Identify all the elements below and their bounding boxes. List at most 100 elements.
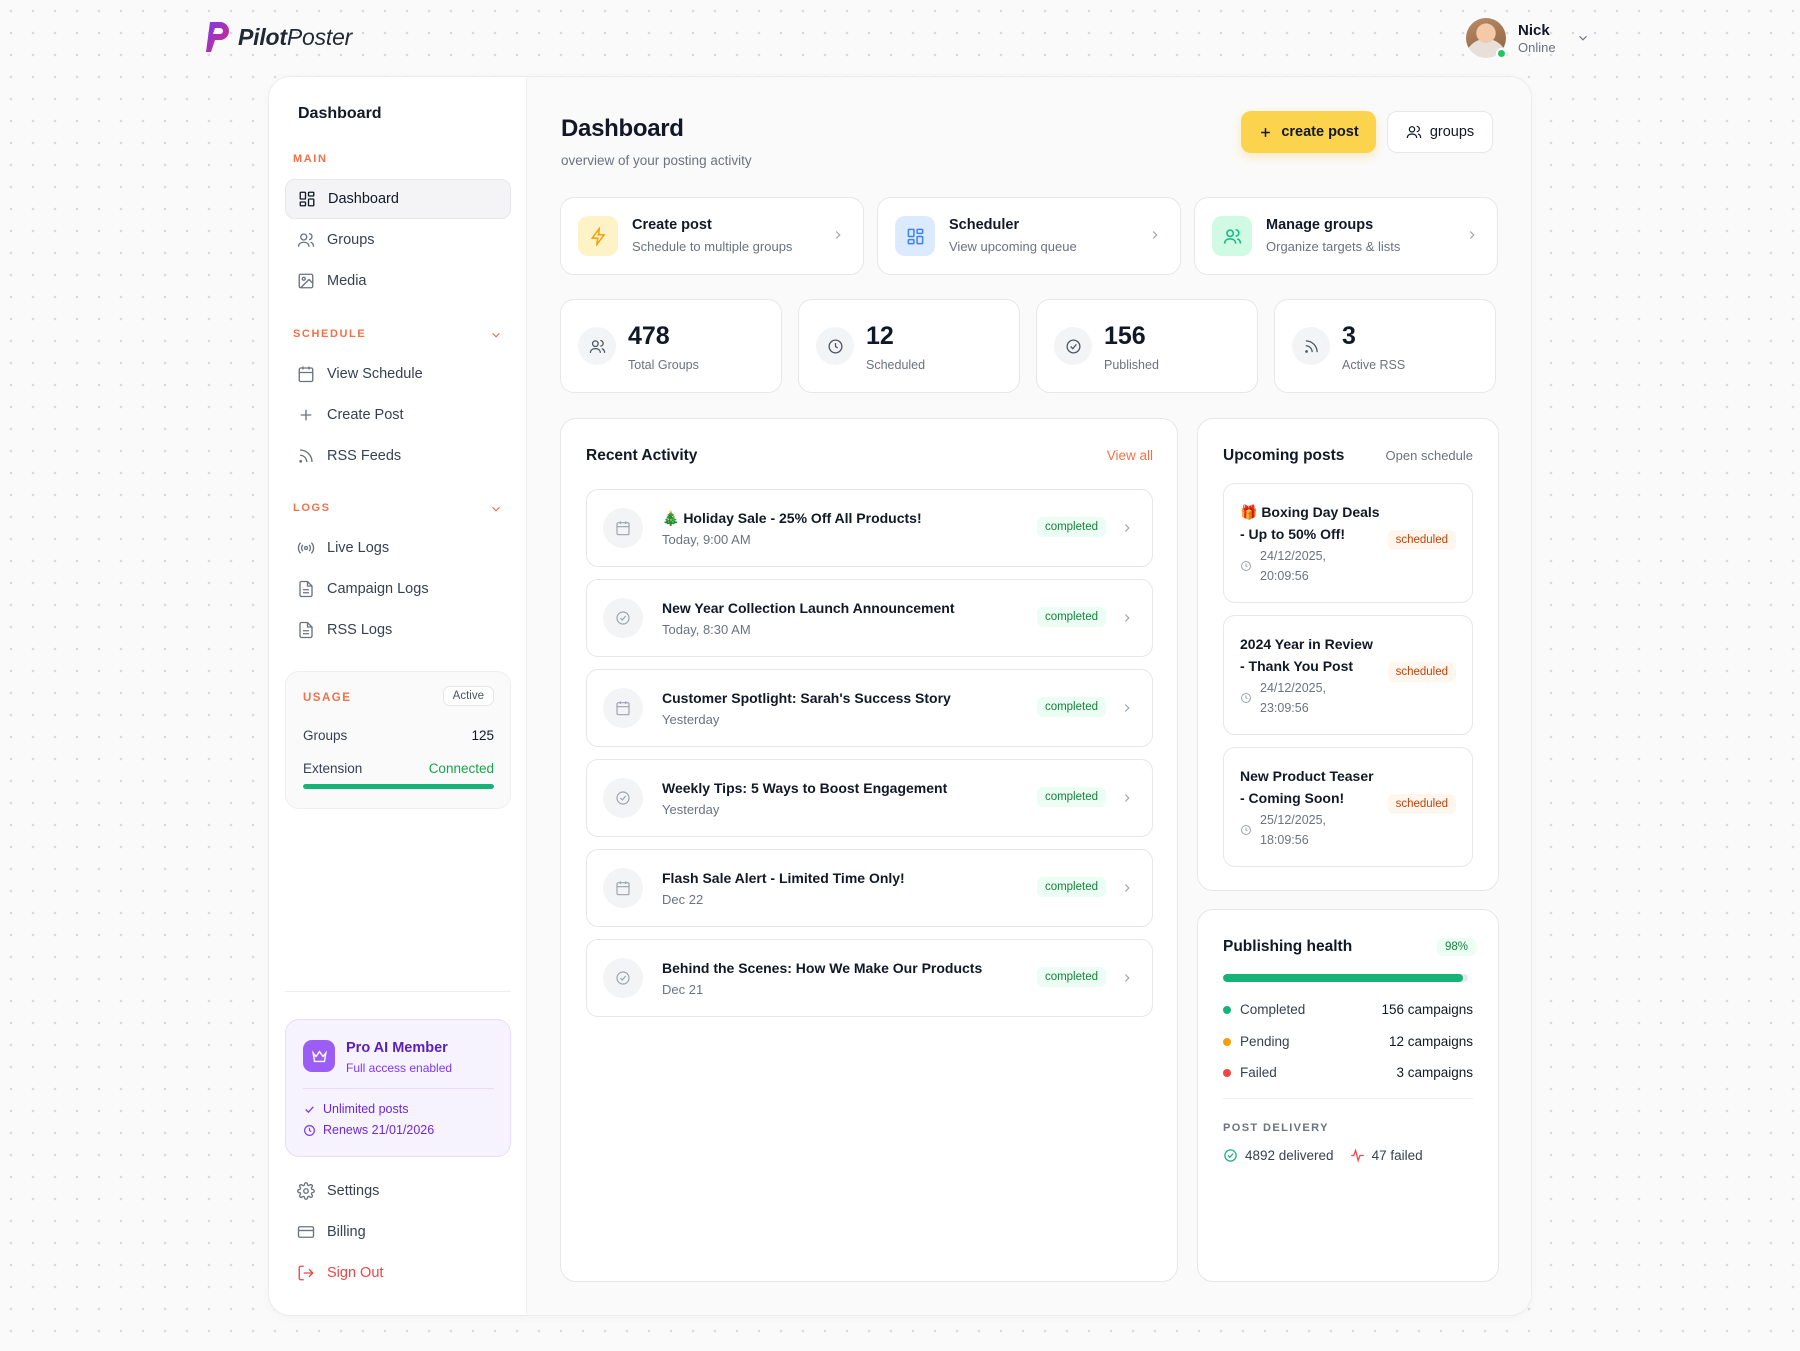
sidebar-divider [285, 991, 511, 992]
open-schedule-link[interactable]: Open schedule [1386, 448, 1473, 463]
upcoming-post-date: 24/12/2025, 20:09:56 [1240, 546, 1340, 586]
sidebar-item-dashboard[interactable]: Dashboard [285, 179, 511, 219]
status-badge: completed [1036, 787, 1106, 807]
rss-icon [299, 449, 313, 463]
sidebar-item-create-post[interactable]: Create Post [285, 395, 511, 435]
activity-item[interactable]: Customer Spotlight: Sarah's Success Stor… [586, 669, 1153, 747]
activity-time: Dec 22 [662, 892, 704, 907]
sidebar-item-label: Dashboard [328, 191, 399, 207]
check-circle-icon [1224, 1149, 1237, 1162]
upcoming-post-date: 24/12/2025, 23:09:56 [1240, 678, 1340, 718]
upcoming-post-card[interactable]: 🎁 Boxing Day Deals - Up to 50% Off! 24/1… [1223, 483, 1473, 603]
app-shell: Dashboard MAIN Dashboard Groups Media SC… [268, 76, 1532, 1316]
brand-logo[interactable]: PilotPoster [204, 20, 352, 54]
chevron-right-icon [1124, 704, 1130, 712]
quick-action-subtitle: View upcoming queue [949, 239, 1077, 254]
credit-card-icon [297, 1226, 315, 1238]
status-badge: completed [1036, 967, 1106, 987]
upcoming-post-card[interactable]: 2024 Year in Review - Thank You Post 24/… [1223, 615, 1473, 735]
clock-icon [1241, 825, 1251, 835]
stat-value: 156 [1104, 322, 1146, 350]
chevron-right-icon [835, 231, 841, 239]
user-menu[interactable]: Nick Online [1466, 18, 1590, 59]
quick-action-title: Manage groups [1266, 217, 1374, 233]
users-icon [297, 232, 315, 247]
sidebar-item-label: View Schedule [327, 366, 423, 382]
sidebar-item-billing[interactable]: Billing [285, 1214, 511, 1250]
activity-item[interactable]: New Year Collection Launch Announcement … [586, 579, 1153, 657]
upcoming-post-card[interactable]: New Product Teaser - Coming Soon! 25/12/… [1223, 747, 1473, 867]
status-dot [1223, 1005, 1231, 1014]
quick-action-scheduler[interactable]: Scheduler View upcoming queue [877, 197, 1181, 275]
crown-icon [303, 1040, 335, 1072]
check-circle-icon [603, 598, 643, 638]
activity-item[interactable]: Weekly Tips: 5 Ways to Boost Engagement … [586, 759, 1153, 837]
broadcast-icon [297, 542, 315, 554]
online-indicator [1496, 48, 1507, 59]
plus-icon [300, 409, 312, 421]
activity-item[interactable]: Flash Sale Alert - Limited Time Only! De… [586, 849, 1153, 927]
quick-action-create-post[interactable]: Create post Schedule to multiple groups [560, 197, 864, 275]
stat-card-active-rss: 3 Active RSS [1274, 299, 1496, 393]
status-badge: completed [1036, 517, 1106, 537]
upcoming-post-title: 🎁 Boxing Day Deals - Up to 50% Off! [1240, 504, 1380, 542]
sidebar-item-label: Settings [327, 1183, 380, 1199]
sidebar-item-settings[interactable]: Settings [285, 1173, 511, 1209]
rss-icon [1292, 327, 1330, 365]
user-name: Nick [1518, 21, 1550, 39]
calendar-icon [603, 868, 643, 908]
status-badge: scheduled [1387, 530, 1456, 550]
chevron-down-icon[interactable] [1576, 31, 1590, 45]
check-circle-icon [603, 778, 643, 818]
usage-card: USAGE Active Groups 125 Extension Connec… [285, 671, 511, 809]
create-post-button[interactable]: create post [1241, 111, 1376, 153]
activity-title: 🎄 Holiday Sale - 25% Off All Products! [662, 510, 922, 526]
activity-item[interactable]: 🎄 Holiday Sale - 25% Off All Products! T… [586, 489, 1153, 567]
sidebar-item-rss-logs[interactable]: RSS Logs [285, 610, 511, 650]
document-icon [299, 580, 313, 598]
stat-value: 3 [1342, 322, 1356, 350]
quick-action-manage-groups[interactable]: Manage groups Organize targets & lists [1194, 197, 1498, 275]
activity-time: Yesterday [662, 802, 720, 817]
page-subtitle: overview of your posting activity [561, 153, 752, 168]
sidebar-item-groups[interactable]: Groups [285, 220, 511, 260]
usage-extension-value: Connected [428, 761, 494, 776]
calendar-icon [298, 366, 314, 383]
chevron-down-icon[interactable] [489, 502, 503, 516]
sidebar-item-campaign-logs[interactable]: Campaign Logs [285, 569, 511, 609]
activity-title: Behind the Scenes: How We Make Our Produ… [662, 960, 983, 976]
status-badge: completed [1036, 607, 1106, 627]
activity-item[interactable]: Behind the Scenes: How We Make Our Produ… [586, 939, 1153, 1017]
quick-action-title: Scheduler [949, 217, 1020, 233]
pro-renewal: Renews 21/01/2026 [303, 1123, 434, 1137]
sidebar-item-live-logs[interactable]: Live Logs [285, 528, 511, 568]
upcoming-posts-title: Upcoming posts [1223, 447, 1345, 464]
groups-button[interactable]: groups [1387, 111, 1493, 153]
view-all-link[interactable]: View all [1107, 448, 1153, 463]
upcoming-post-title: 2024 Year in Review - Thank You Post [1240, 636, 1373, 674]
check-circle-icon [1054, 327, 1092, 365]
sidebar-item-media[interactable]: Media [285, 261, 511, 301]
chevron-down-icon[interactable] [489, 328, 503, 342]
health-row-failed: Failed 3 campaigns [1223, 1065, 1473, 1080]
clock-icon [304, 1124, 315, 1136]
section-schedule-label: SCHEDULE [293, 328, 367, 340]
stat-label: Total Groups [628, 358, 699, 372]
sidebar-item-rss-feeds[interactable]: RSS Feeds [285, 436, 511, 476]
clock-icon [1241, 561, 1251, 571]
sidebar-item-label: Media [327, 273, 367, 289]
activity-time: Yesterday [662, 712, 720, 727]
usage-groups-value: 125 [471, 728, 494, 743]
page-title: Dashboard [561, 115, 684, 142]
section-logs-label: LOGS [293, 502, 331, 514]
health-progress-fill [1223, 974, 1464, 982]
sign-out-icon [298, 1265, 314, 1281]
status-badge: scheduled [1387, 794, 1456, 814]
activity-time: Today, 9:00 AM [662, 532, 751, 547]
failed-count: 47 failed [1371, 1148, 1423, 1163]
sidebar-item-view-schedule[interactable]: View Schedule [285, 354, 511, 394]
pro-membership-card[interactable]: Pro AI Member Full access enabled Unlimi… [285, 1019, 511, 1157]
sign-out-button[interactable]: Sign Out [285, 1255, 511, 1291]
activity-title: Weekly Tips: 5 Ways to Boost Engagement [662, 780, 948, 796]
sidebar-item-label: Sign Out [327, 1265, 384, 1281]
